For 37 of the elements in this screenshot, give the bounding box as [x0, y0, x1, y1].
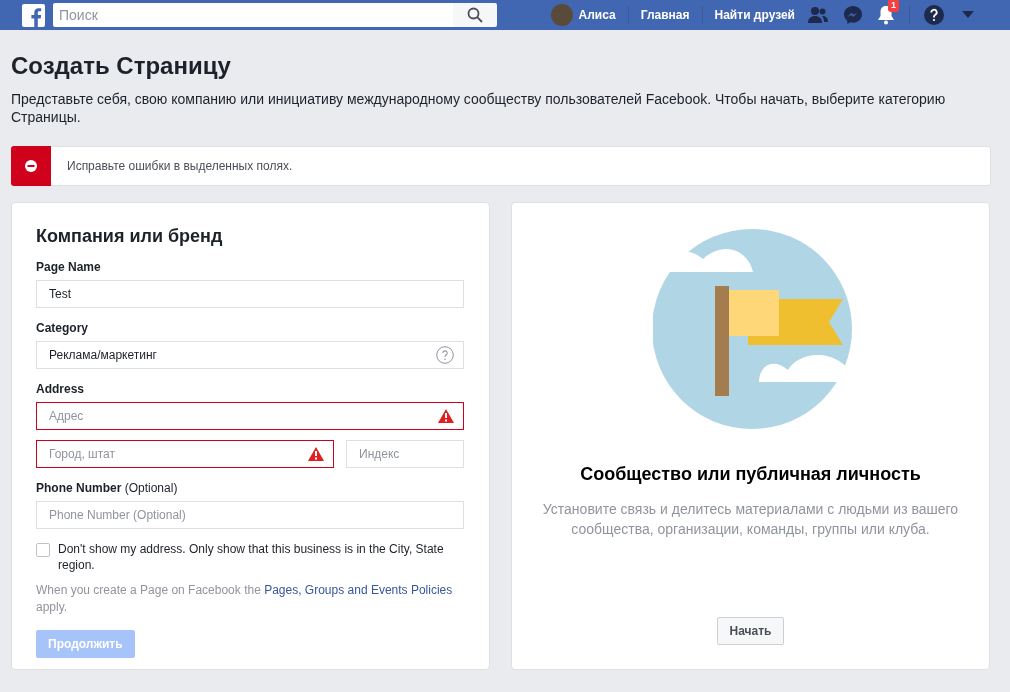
card-title: Компания или бренд [36, 225, 224, 247]
error-message: Исправьте ошибки в выделенных полях. [67, 158, 293, 175]
card-description: Установите связь и делитесь материалами с людьми из вашего сообщества, организации, команды, группы или клуба. [541, 500, 960, 539]
policy-text: When you create a Page on Facebook the [36, 583, 261, 597]
messenger-icon[interactable] [843, 5, 863, 25]
checkbox-label: Don't show my address. Only show that this business is in the City, State region. [58, 541, 445, 573]
input-field[interactable]: Test [36, 280, 464, 308]
card-title: Сообщество или публичная личность [580, 463, 921, 486]
friends-icon[interactable] [807, 6, 829, 24]
warning-icon [438, 409, 454, 423]
warning-icon [308, 447, 324, 461]
input-field[interactable]: Реклама/маркетинг [36, 341, 464, 369]
start-button[interactable]: Начать [716, 617, 785, 645]
notification-count: 1 [888, 0, 899, 12]
nav-link[interactable]: Найти друзей [714, 6, 795, 24]
checkbox[interactable] [36, 543, 50, 557]
field-label: Phone Number [36, 481, 122, 495]
error-icon [25, 160, 37, 172]
field-label: Address [36, 381, 86, 397]
search-button[interactable] [453, 3, 497, 27]
input-field[interactable]: Адрес [36, 402, 464, 430]
profile-link[interactable]: Алиса [578, 6, 616, 24]
help-icon[interactable] [924, 5, 944, 25]
policy-text: apply. [36, 600, 68, 614]
input-field[interactable]: Город, штат [36, 440, 334, 468]
field-label: Category [36, 320, 89, 336]
dropdown-caret-icon[interactable] [962, 11, 974, 19]
nav-link[interactable]: Главная [640, 6, 690, 24]
intro-text: Представьте себя, свою компанию или инициативу международному сообществу пользователей Facebook. Чтобы начать, выберите категорию Страницы. [11, 90, 947, 126]
search-field[interactable]: Поиск [53, 3, 453, 27]
field-label: Page Name [36, 259, 102, 275]
search-icon [467, 7, 483, 23]
avatar[interactable] [550, 4, 573, 26]
optional-note: (Optional) [124, 481, 178, 495]
page-title: Создать Страницу [11, 52, 232, 80]
policy-link[interactable]: Pages, Groups and Events Policies [264, 583, 453, 597]
logo-icon[interactable] [22, 3, 45, 27]
